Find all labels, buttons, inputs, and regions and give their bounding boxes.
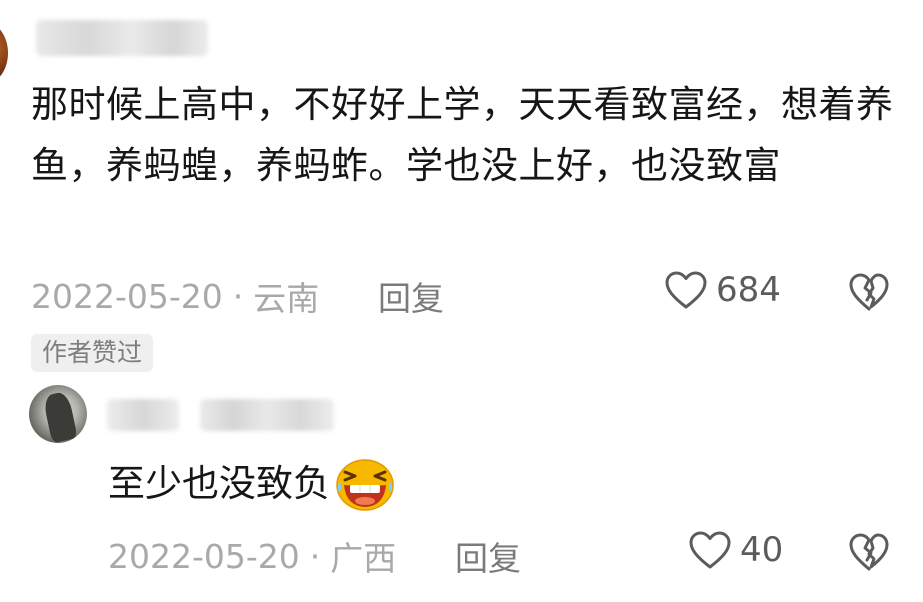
reply-location: 广西 <box>330 539 397 578</box>
like-count: 684 <box>716 270 781 310</box>
reply-text: 至少也没致负 <box>108 462 330 505</box>
meta-separator: · <box>309 536 321 576</box>
reply-like-button[interactable]: 40 <box>688 530 783 570</box>
comment-text: 那时候上高中，不好好上学，天天看致富经，想着养鱼，养蚂蝗，养蚂蚱。学也没上好，也… <box>31 83 894 187</box>
reply-date: 2022-05-20 <box>108 536 300 576</box>
reply-like-count: 40 <box>740 530 784 570</box>
reply-comment: 至少也没致负 <box>108 456 396 512</box>
like-button[interactable]: 684 <box>664 270 781 310</box>
avatar-figure <box>42 390 78 443</box>
comment-date: 2022-05-20 <box>31 276 223 316</box>
author-liked-badge: 作者赞过 <box>31 334 154 372</box>
reply-username-blurred[interactable] <box>107 399 179 431</box>
reply-button[interactable]: 回复 <box>378 272 444 320</box>
reply-dislike-button[interactable] <box>848 532 890 576</box>
comment-meta: 2022-05-20 · 云南 <box>31 272 319 320</box>
avatar[interactable] <box>0 22 8 84</box>
heart-icon <box>689 531 731 569</box>
reply-meta: 2022-05-20 · 广西 <box>108 532 396 580</box>
laughing-face-icon <box>336 459 394 511</box>
reply-button[interactable]: 回复 <box>455 532 521 580</box>
username-blurred[interactable] <box>36 20 208 56</box>
heart-icon <box>665 271 707 309</box>
reply-avatar[interactable] <box>29 385 87 443</box>
broken-heart-icon <box>849 273 889 311</box>
comment-thread: 那时候上高中，不好好上学，天天看致富经，想着养鱼，养蚂蝗，养蚂蚱。学也没上好，也… <box>0 0 923 602</box>
broken-heart-icon <box>849 533 889 571</box>
reply-target-username-blurred[interactable] <box>200 399 334 431</box>
meta-separator: · <box>232 276 244 316</box>
dislike-button[interactable] <box>848 272 890 316</box>
comment-location: 云南 <box>253 279 320 318</box>
